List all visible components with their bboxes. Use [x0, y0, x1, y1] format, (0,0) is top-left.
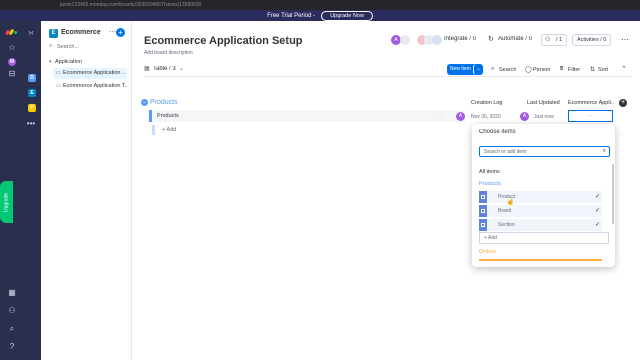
sidebar-item-board-1[interactable]: ▭ Ecommerce Application ...	[53, 68, 127, 79]
divider	[144, 76, 632, 77]
check-icon: ✓	[594, 208, 600, 214]
monday-logo[interactable]	[4, 28, 18, 36]
collapse-header-icon[interactable]: ⌃	[621, 65, 627, 73]
workspace-name[interactable]: Ecommerce	[61, 29, 101, 36]
members-button[interactable]: ⚇ / 1	[541, 34, 568, 46]
column-header-last-updated[interactable]: Last Updated	[527, 100, 560, 106]
dropdown-title: Choose items	[479, 129, 516, 135]
search-icon: ⌕	[491, 66, 495, 72]
item-search-input[interactable]: Search or add item ⌕	[479, 146, 610, 157]
folder-application[interactable]: Application	[55, 59, 82, 65]
column-header-connect[interactable]: Ecommerce Appli...	[568, 100, 614, 106]
board-description[interactable]: Add board description	[144, 50, 193, 56]
trial-banner: Free Trial Period - Upgrade Now	[0, 10, 640, 21]
item-label: Brand	[498, 208, 512, 214]
add-item-input[interactable]: + Add	[152, 125, 202, 135]
invite-icon[interactable]: ⚇	[7, 306, 17, 316]
table-view-icon: ▦	[144, 66, 150, 72]
dropdown-scrollbar[interactable]	[612, 164, 614, 224]
search-button[interactable]: Search	[499, 67, 516, 73]
add-item-button[interactable]: + Add	[479, 232, 609, 244]
more-icon[interactable]: •••	[26, 119, 36, 129]
chevron-down-icon[interactable]: ⌄	[179, 65, 184, 72]
add-column-icon[interactable]: +	[619, 99, 627, 107]
workspace-badge: E	[49, 29, 58, 38]
help-icon[interactable]: ?	[7, 342, 17, 352]
upgrade-tab[interactable]: Upgrade	[0, 181, 13, 223]
item-name[interactable]: Products	[157, 113, 179, 119]
collapse-icon[interactable]: ›‹	[26, 28, 36, 38]
sort-button[interactable]: Sort	[598, 67, 608, 73]
board-icon: ▭	[56, 70, 61, 76]
members-count: / 1	[556, 37, 563, 43]
orders-bar	[479, 259, 602, 261]
item-icon	[481, 195, 485, 199]
new-item-dropdown-icon[interactable]: ⌄	[473, 64, 483, 75]
check-icon: ✓	[594, 222, 600, 228]
group-label-products: Products	[479, 181, 501, 187]
star-icon[interactable]: ☆	[7, 43, 17, 53]
workspace-m[interactable]: M	[8, 58, 16, 66]
person-button[interactable]: Person	[533, 67, 550, 73]
table-row[interactable]: Products ◌	[149, 110, 465, 122]
check-icon: ✓	[594, 194, 600, 200]
more-options-icon[interactable]: ⋯	[621, 35, 629, 44]
integrate-button[interactable]: Integrate / 0	[444, 36, 476, 42]
activities-button[interactable]: Activities / 0	[572, 34, 612, 46]
filter-button[interactable]: Filter	[568, 67, 580, 73]
group-title[interactable]: Products	[150, 99, 178, 106]
add-icon[interactable]: +	[116, 28, 125, 37]
list-item[interactable]: Brand ✓	[479, 205, 602, 217]
tab-table-view[interactable]: Table / 3	[153, 66, 176, 72]
workspace-e[interactable]: E	[28, 89, 36, 97]
workspace-d[interactable]: D	[28, 74, 36, 82]
automate-button[interactable]: Automate / 0	[498, 36, 532, 42]
board-title[interactable]: Ecommerce Application Setup	[144, 35, 303, 47]
trial-text: Free Trial Period -	[267, 12, 316, 19]
creation-date: Nov 30, 2020	[471, 114, 501, 120]
calendar-icon[interactable]: ▦	[7, 288, 17, 298]
list-item[interactable]: Section ✓	[479, 219, 602, 231]
board-icon: ▭	[56, 83, 61, 89]
sidebar-item-label: Ecommerce Application ...	[63, 70, 125, 76]
choose-items-dropdown: Choose items Search or add item ⌕ All it…	[472, 124, 615, 267]
upgrade-now-button[interactable]: Upgrade Now	[321, 10, 373, 21]
connect-cell[interactable]: -	[568, 110, 613, 122]
sort-icon: ⇅	[590, 67, 596, 73]
integration-icon-3	[432, 35, 442, 45]
workspace-menu-icon[interactable]: ⋯	[109, 28, 116, 36]
workspace-p[interactable]: P	[28, 104, 36, 112]
search-icon[interactable]: ⌕	[7, 324, 17, 334]
members-icon: ⚇	[545, 37, 551, 43]
list-item[interactable]: Product ✓	[479, 191, 602, 203]
conversation-icon[interactable]: ◌	[439, 112, 443, 119]
last-updated-value: Just now	[534, 114, 554, 120]
column-header-creation-log[interactable]: Creation Log	[471, 100, 503, 106]
sidebar-item-board-2[interactable]: ▭ Ecommerce Application T...	[53, 81, 127, 92]
invite-avatar-icon[interactable]	[400, 35, 410, 45]
search-icon: ⌕	[49, 43, 53, 49]
search-icon: ⌕	[602, 148, 606, 154]
item-icon	[481, 223, 485, 227]
inbox-icon[interactable]: ⊟	[7, 69, 17, 79]
sidebar-search-input[interactable]: Search...	[57, 44, 79, 50]
search-placeholder: Search or add item	[484, 149, 527, 155]
left-rail: ›‹ ☆ M ⊟ D E P ••• Upgrade ▦ ⚇ ⌕ ?	[0, 21, 41, 360]
avatar: A	[520, 112, 529, 121]
automate-icon: ↻	[488, 36, 494, 43]
all-items-label: All items	[479, 169, 500, 175]
new-item-label: New item	[450, 66, 471, 72]
chevron-down-icon[interactable]: ▾	[49, 59, 52, 65]
group-chevron-icon[interactable]: ⌄	[141, 99, 148, 106]
item-icon	[481, 209, 485, 213]
item-label: Section	[498, 222, 515, 228]
sidebar-item-label: Ecommerce Application T...	[63, 83, 127, 89]
workspace-sidebar: E Ecommerce ⋯ + ⌕ Search... ▾ Applicatio…	[41, 21, 132, 360]
avatar: A	[456, 112, 465, 121]
person-icon: ◯	[525, 67, 532, 73]
filter-icon: ⩩	[560, 66, 564, 72]
browser-url-bar[interactable]: jarvis123455.monday.com/boards/363029456…	[0, 0, 640, 10]
group-label-orders: Orders	[479, 249, 496, 255]
favorite-star-icon[interactable]: ☆	[283, 36, 290, 45]
